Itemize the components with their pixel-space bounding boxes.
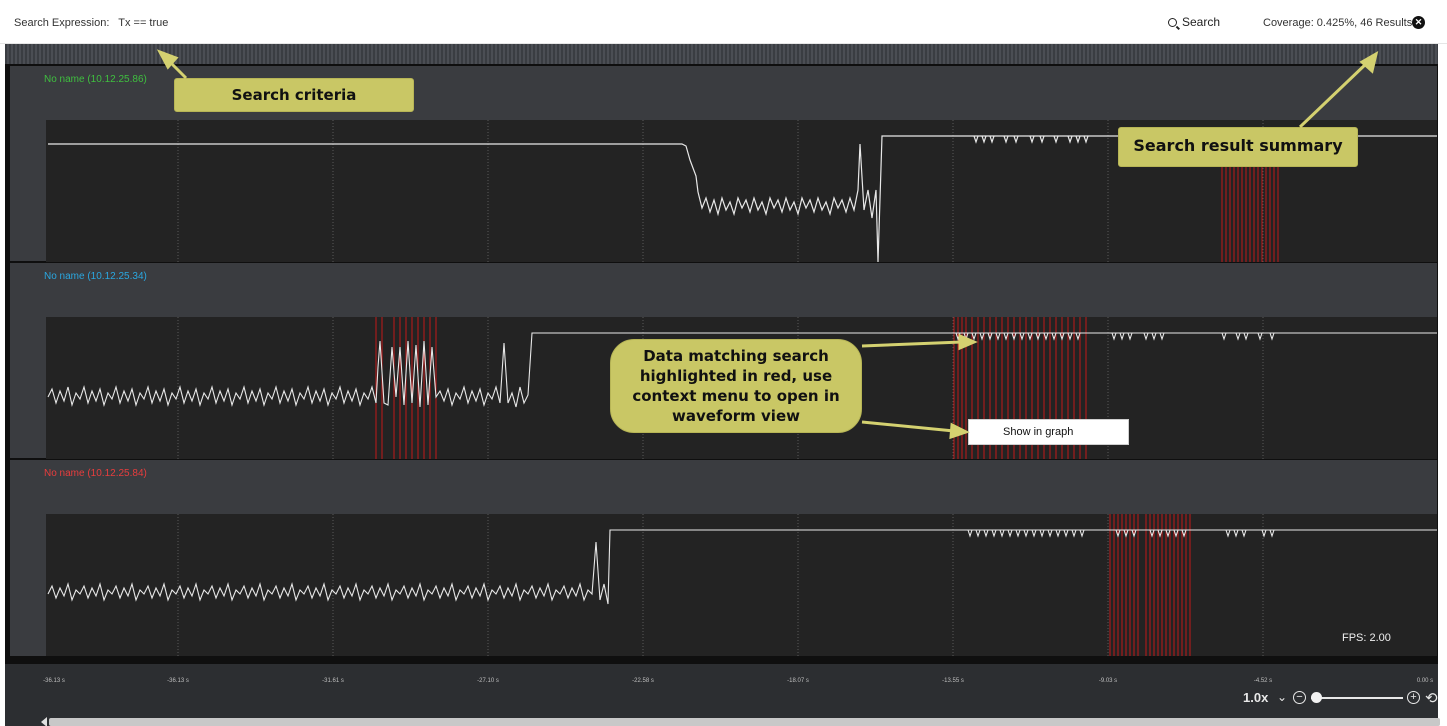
- context-menu-show-in-graph[interactable]: Show in graph: [968, 419, 1129, 445]
- zoom-slider-track[interactable]: [1311, 697, 1403, 699]
- zoom-in-icon[interactable]: +: [1407, 691, 1420, 704]
- close-circle-icon[interactable]: ✕: [1412, 16, 1425, 29]
- horizontal-scrollbar[interactable]: [49, 718, 1440, 726]
- fps-counter: FPS: 2.00: [1342, 632, 1391, 644]
- zoom-slider-thumb[interactable]: [1311, 692, 1322, 703]
- channel-panel: No name (10.12.25.84): [10, 460, 1437, 656]
- tick-label: 0.00 s: [1416, 678, 1434, 684]
- channel-label: No name (10.12.25.86): [44, 74, 147, 85]
- annotation-search-criteria: Search criteria: [174, 78, 414, 112]
- search-button-label: Search: [1182, 15, 1221, 29]
- overview-stripe: [5, 44, 1438, 66]
- annotation-line: highlighted in red, use: [639, 367, 833, 385]
- tick-label: -27.10 s: [477, 678, 499, 684]
- waveform-plot[interactable]: [46, 514, 1437, 656]
- reset-icon[interactable]: ⟲: [1425, 689, 1438, 707]
- tick-label: -22.58 s: [632, 678, 654, 684]
- tick-label: -9.03 s: [1098, 678, 1118, 684]
- zoom-out-icon[interactable]: −: [1293, 691, 1306, 704]
- annotation-search-result-summary: Search result summary: [1118, 127, 1358, 167]
- tick-label: -4.52 s: [1253, 678, 1273, 684]
- scroll-left-icon[interactable]: [41, 717, 47, 726]
- zoom-control: 1.0x ⌄ − + ⟲: [1237, 689, 1438, 710]
- channel-label: No name (10.12.25.84): [44, 468, 147, 479]
- tick-label: -18.07 s: [787, 678, 809, 684]
- chevron-down-icon[interactable]: ⌄: [1277, 690, 1287, 704]
- channel-label: No name (10.12.25.34): [44, 271, 147, 282]
- app-window: Search Expression: Tx == true Search Cov…: [0, 0, 1447, 726]
- search-button[interactable]: Search: [1168, 15, 1220, 29]
- search-expression-label: Search Expression:: [14, 17, 110, 29]
- search-expression[interactable]: Search Expression: Tx == true: [14, 17, 168, 29]
- search-bar: Search Expression: Tx == true Search Cov…: [0, 0, 1447, 44]
- tick-label: -31.61 s: [322, 678, 344, 684]
- tick-label: -36.13 s: [43, 678, 65, 684]
- search-icon: [1168, 18, 1177, 27]
- coverage-summary: Coverage: 0.425%, 46 Results: [1263, 17, 1413, 29]
- time-axis: -36.13 s -36.13 s -31.61 s -27.10 s -22.…: [5, 664, 1440, 726]
- annotation-line: context menu to open in: [632, 387, 840, 405]
- zoom-level-dropdown[interactable]: 1.0x: [1243, 690, 1268, 705]
- annotation-highlight-note: Data matching search highlighted in red,…: [610, 339, 862, 433]
- annotation-line: waveform view: [672, 407, 800, 425]
- tick-label: -36.13 s: [167, 678, 189, 684]
- tick-label: -13.55 s: [942, 678, 964, 684]
- annotation-line: Data matching search: [643, 347, 829, 365]
- waveform-svg: [47, 514, 1437, 656]
- search-expression-value[interactable]: Tx == true: [118, 17, 168, 29]
